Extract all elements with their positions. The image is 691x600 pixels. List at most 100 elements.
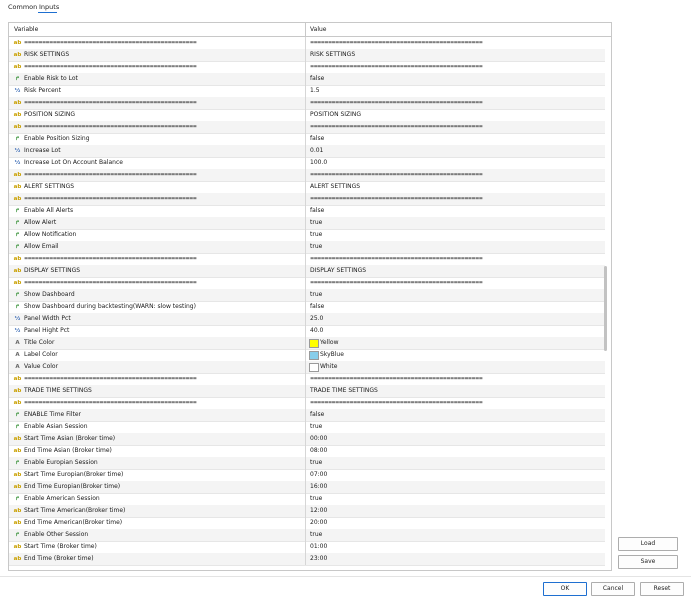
variable-value[interactable]: 1.5 xyxy=(310,87,600,94)
boolean-type-icon: ↱ xyxy=(15,232,20,238)
color-swatch[interactable] xyxy=(309,363,319,372)
variable-value[interactable]: 01:00 xyxy=(310,543,600,550)
variable-value[interactable]: 40.0 xyxy=(310,327,600,334)
variable-value[interactable]: false xyxy=(310,75,600,82)
variable-value[interactable]: true xyxy=(310,231,600,238)
variable-name: Allow Notification xyxy=(24,231,77,238)
variable-value[interactable]: 0.01 xyxy=(310,147,600,154)
boolean-type-icon: ↱ xyxy=(15,136,20,142)
variable-name: Enable Asian Session xyxy=(24,423,88,430)
variable-value[interactable]: false xyxy=(310,135,600,142)
variable-value[interactable]: ========================================… xyxy=(310,196,600,202)
table-row[interactable]: ab End Time (Broker time) 23:00 xyxy=(9,553,605,566)
variable-value[interactable]: false xyxy=(310,411,600,418)
variable-value[interactable]: 25.0 xyxy=(310,315,600,322)
reset-button[interactable]: Reset xyxy=(640,582,684,596)
variable-name: End Time (Broker time) xyxy=(24,555,94,562)
variable-value[interactable]: RISK SETTINGS xyxy=(310,51,600,58)
color-type-icon: A xyxy=(15,352,20,358)
string-type-icon: ab xyxy=(13,52,22,58)
variable-value[interactable]: 100.0 xyxy=(310,159,600,166)
column-divider[interactable] xyxy=(305,23,306,36)
variable-name: End Time Asian (Broker time) xyxy=(24,447,112,454)
variable-value[interactable]: 07:00 xyxy=(310,471,600,478)
tab-inputs[interactable]: Inputs xyxy=(39,3,59,11)
cell-divider xyxy=(305,481,306,493)
variable-value[interactable]: Yellow xyxy=(320,339,610,346)
boolean-type-icon: ↱ xyxy=(15,532,20,538)
variable-value[interactable]: true xyxy=(310,459,600,466)
variable-value[interactable]: White xyxy=(320,363,610,370)
number-type-icon: ½ xyxy=(14,160,21,166)
boolean-type-icon: ↱ xyxy=(15,412,20,418)
variable-name: ========================================… xyxy=(24,100,197,106)
boolean-type-icon: ↱ xyxy=(15,244,20,250)
string-type-icon: ab xyxy=(13,196,22,202)
variable-name: ========================================… xyxy=(24,64,197,70)
string-type-icon: ab xyxy=(13,388,22,394)
cell-divider xyxy=(305,505,306,517)
variable-value[interactable]: POSITION SIZING xyxy=(310,111,600,118)
column-header-variable[interactable]: Variable xyxy=(14,26,38,33)
variable-value[interactable]: 08:00 xyxy=(310,447,600,454)
cell-divider xyxy=(305,289,306,301)
variable-value[interactable]: true xyxy=(310,531,600,538)
cell-divider xyxy=(305,445,306,457)
cell-divider xyxy=(305,397,306,409)
variable-value[interactable]: ========================================… xyxy=(310,124,600,130)
cell-divider xyxy=(305,61,306,73)
variable-value[interactable]: ========================================… xyxy=(310,256,600,262)
variable-value[interactable]: false xyxy=(310,303,600,310)
string-type-icon: ab xyxy=(13,280,22,286)
variable-value[interactable]: ========================================… xyxy=(310,172,600,178)
variable-name: Enable Position Sizing xyxy=(24,135,90,142)
string-type-icon: ab xyxy=(13,64,22,70)
load-button[interactable]: Load xyxy=(618,537,678,551)
variable-value[interactable]: 12:00 xyxy=(310,507,600,514)
variable-value[interactable]: ========================================… xyxy=(310,280,600,286)
variable-value[interactable]: ========================================… xyxy=(310,100,600,106)
variable-value[interactable]: TRADE TIME SETTINGS xyxy=(310,387,600,394)
variable-value[interactable]: DISPLAY SETTINGS xyxy=(310,267,600,274)
color-swatch[interactable] xyxy=(309,351,319,360)
variable-value[interactable]: SkyBlue xyxy=(320,351,610,358)
variable-value[interactable]: ALERT SETTINGS xyxy=(310,183,600,190)
variable-name: End Time Europian(Broker time) xyxy=(24,483,121,490)
variable-value[interactable]: 23:00 xyxy=(310,555,600,562)
active-tab-indicator xyxy=(38,12,57,13)
string-type-icon: ab xyxy=(13,256,22,262)
color-swatch[interactable] xyxy=(309,339,319,348)
variable-name: Show Dashboard xyxy=(24,291,75,298)
variable-value[interactable]: true xyxy=(310,219,600,226)
variable-value[interactable]: true xyxy=(310,495,600,502)
variable-value[interactable]: ========================================… xyxy=(310,64,600,70)
variable-value[interactable]: ========================================… xyxy=(310,400,600,406)
grid-rows: ab ======================================… xyxy=(9,37,605,570)
tab-common[interactable]: Common xyxy=(8,3,37,11)
variable-value[interactable]: ========================================… xyxy=(310,40,600,46)
save-button[interactable]: Save xyxy=(618,555,678,569)
variable-value[interactable]: 20:00 xyxy=(310,519,600,526)
grid-header: Variable Value xyxy=(9,23,611,37)
vertical-scrollbar[interactable] xyxy=(604,266,607,351)
cell-divider xyxy=(305,145,306,157)
cell-divider xyxy=(305,157,306,169)
variable-value[interactable]: true xyxy=(310,291,600,298)
variable-value[interactable]: 00:00 xyxy=(310,435,600,442)
tab-bar: Common Inputs xyxy=(0,0,691,14)
variable-name: Value Color xyxy=(24,363,59,370)
variable-value[interactable]: true xyxy=(310,243,600,250)
variable-value[interactable]: ========================================… xyxy=(310,376,600,382)
cell-divider xyxy=(305,169,306,181)
column-header-value[interactable]: Value xyxy=(310,26,326,33)
variable-value[interactable]: false xyxy=(310,207,600,214)
variable-name: Start Time Europian(Broker time) xyxy=(24,471,124,478)
variable-value[interactable]: true xyxy=(310,423,600,430)
variable-value[interactable]: 16:00 xyxy=(310,483,600,490)
variable-name: Start Time American(Broker time) xyxy=(24,507,126,514)
string-type-icon: ab xyxy=(13,484,22,490)
number-type-icon: ½ xyxy=(14,88,21,94)
boolean-type-icon: ↱ xyxy=(15,424,20,430)
cancel-button[interactable]: Cancel xyxy=(591,582,635,596)
ok-button[interactable]: OK xyxy=(543,582,587,596)
